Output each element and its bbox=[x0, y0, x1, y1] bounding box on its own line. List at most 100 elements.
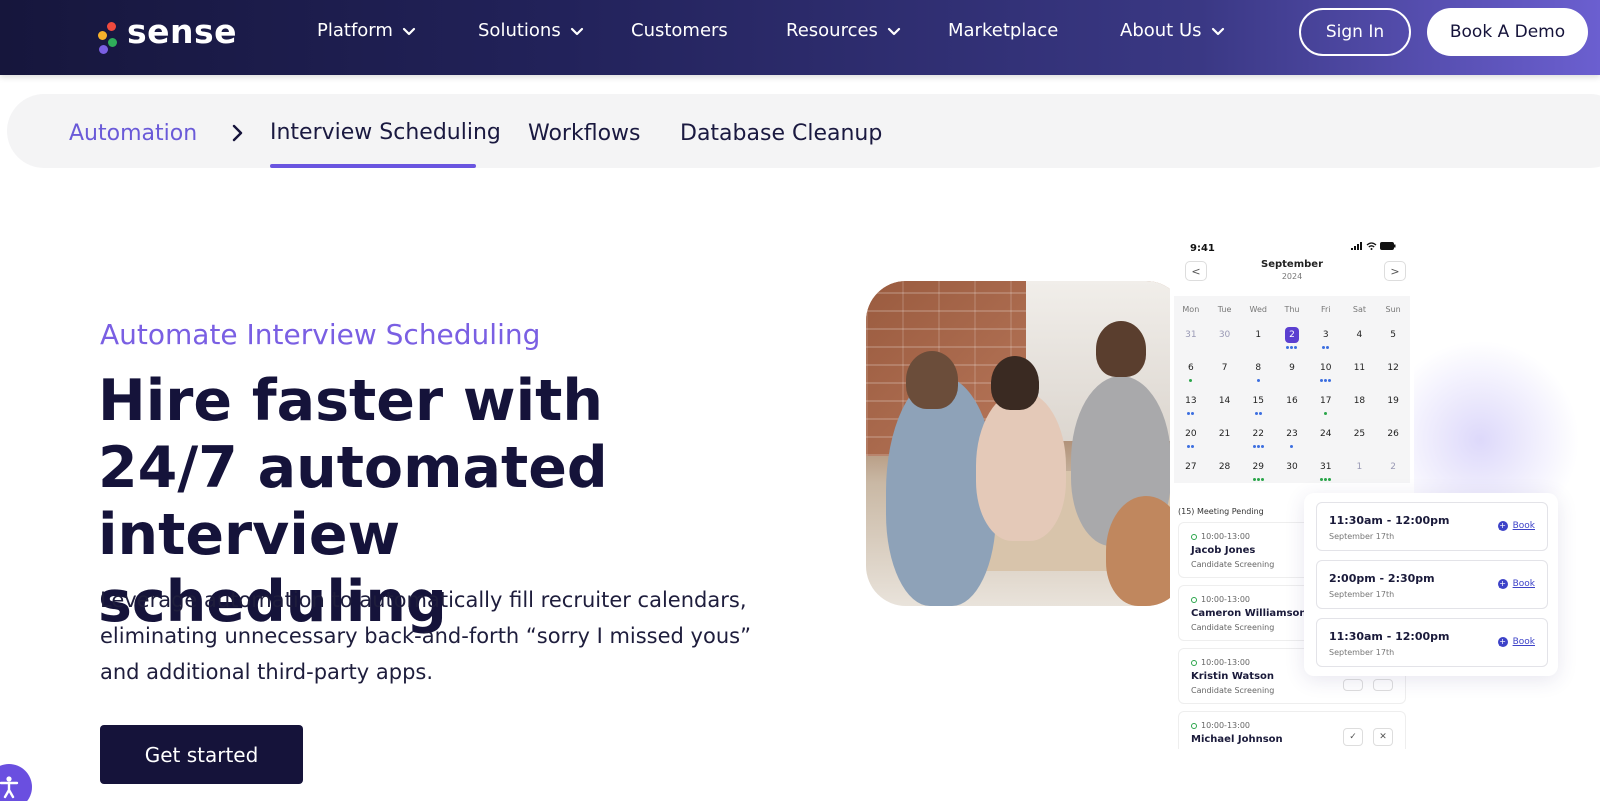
time-slot[interactable]: 11:30am - 12:00pm September 17th + Book bbox=[1316, 618, 1548, 667]
logo-dots-icon bbox=[93, 14, 121, 54]
time-slot[interactable]: 11:30am - 12:00pm September 17th + Book bbox=[1316, 502, 1548, 551]
accept-icon[interactable]: ✓ bbox=[1343, 728, 1363, 746]
slot-date: September 17th bbox=[1329, 648, 1395, 657]
calendar-day[interactable]: 1 bbox=[1241, 318, 1275, 351]
book-slot-button[interactable]: + Book bbox=[1497, 637, 1535, 647]
calendar-day[interactable]: 26 bbox=[1376, 417, 1410, 450]
decline-icon[interactable] bbox=[1373, 679, 1393, 691]
nav-customers[interactable]: Customers bbox=[631, 20, 728, 41]
weekday-label: Wed bbox=[1249, 304, 1267, 314]
nav-about-us[interactable]: About Us bbox=[1120, 20, 1226, 41]
sign-in-button[interactable]: Sign In bbox=[1299, 8, 1411, 56]
weekday-row: Mon Tue Wed Thu Fri Sat Sun bbox=[1174, 300, 1410, 318]
calendar-day[interactable]: 21 bbox=[1208, 417, 1242, 450]
calendar-day[interactable]: 4 bbox=[1343, 318, 1377, 351]
calendar-week: 31 30 1 2 3 4 5 bbox=[1174, 318, 1410, 351]
calendar-day[interactable]: 3 bbox=[1309, 318, 1343, 351]
calendar-next-button[interactable]: > bbox=[1384, 261, 1406, 281]
time-slot[interactable]: 2:00pm - 2:30pm September 17th + Book bbox=[1316, 560, 1548, 609]
calendar-day[interactable]: 20 bbox=[1174, 417, 1208, 450]
nav-about-us-label: About Us bbox=[1120, 20, 1202, 41]
weekday-label: Mon bbox=[1182, 304, 1200, 314]
meeting-time: 10:00-13:00 bbox=[1191, 532, 1250, 541]
decline-icon[interactable]: ✕ bbox=[1373, 728, 1393, 746]
book-demo-button[interactable]: Book A Demo bbox=[1427, 8, 1588, 56]
calendar-day[interactable]: 18 bbox=[1343, 384, 1377, 417]
calendar-day-selected[interactable]: 2 bbox=[1275, 318, 1309, 351]
calendar-day[interactable]: 15 bbox=[1241, 384, 1275, 417]
meeting-time: 10:00-13:00 bbox=[1191, 595, 1250, 604]
tab-interview-scheduling[interactable]: Interview Scheduling bbox=[270, 120, 501, 145]
team-meeting-photo bbox=[866, 281, 1186, 606]
calendar-day[interactable]: 25 bbox=[1343, 417, 1377, 450]
breadcrumb-automation[interactable]: Automation bbox=[69, 121, 197, 146]
tab-workflows[interactable]: Workflows bbox=[528, 121, 640, 146]
calendar-day[interactable]: 28 bbox=[1208, 450, 1242, 483]
meeting-card[interactable]: 10:00-13:00 Michael Johnson ✓ ✕ bbox=[1178, 711, 1406, 749]
calendar-day[interactable]: 29 bbox=[1241, 450, 1275, 483]
calendar-day[interactable]: 12 bbox=[1376, 351, 1410, 384]
calendar-day[interactable]: 8 bbox=[1241, 351, 1275, 384]
status-icons bbox=[1351, 242, 1396, 250]
calendar-day[interactable]: 19 bbox=[1376, 384, 1410, 417]
nav-marketplace-label: Marketplace bbox=[948, 20, 1059, 41]
slot-time: 2:00pm - 2:30pm bbox=[1329, 572, 1435, 585]
nav-marketplace[interactable]: Marketplace bbox=[948, 20, 1058, 41]
logo-wordmark: sense bbox=[127, 11, 238, 51]
meeting-name: Jacob Jones bbox=[1191, 545, 1256, 556]
meeting-time: 10:00-13:00 bbox=[1191, 658, 1250, 667]
book-slot-button[interactable]: + Book bbox=[1497, 579, 1535, 589]
calendar-day[interactable]: 17 bbox=[1309, 384, 1343, 417]
calendar-day[interactable]: 30 bbox=[1208, 318, 1242, 351]
nav-resources[interactable]: Resources bbox=[786, 20, 902, 41]
calendar-week: 13 14 15 16 17 18 19 bbox=[1174, 384, 1410, 417]
nav-platform[interactable]: Platform bbox=[317, 20, 417, 41]
calendar-day[interactable]: 7 bbox=[1208, 351, 1242, 384]
calendar-header: < September 2024 > bbox=[1170, 254, 1414, 294]
chevron-down-icon bbox=[887, 27, 901, 35]
calendar-day[interactable]: 13 bbox=[1174, 384, 1208, 417]
calendar-day[interactable]: 14 bbox=[1208, 384, 1242, 417]
plus-icon: + bbox=[1497, 521, 1508, 531]
calendar-grid: Mon Tue Wed Thu Fri Sat Sun 31 30 1 2 3 … bbox=[1174, 296, 1410, 483]
accept-icon[interactable] bbox=[1343, 679, 1363, 691]
chevron-down-icon bbox=[402, 27, 416, 35]
calendar-week: 20 21 22 23 24 25 26 bbox=[1174, 417, 1410, 450]
calendar-year: 2024 bbox=[1281, 272, 1303, 281]
weekday-label: Sun bbox=[1385, 304, 1401, 314]
calendar-day[interactable]: 22 bbox=[1241, 417, 1275, 450]
slot-time: 11:30am - 12:00pm bbox=[1329, 630, 1450, 643]
sub-navigation: Automation Interview Scheduling Workflow… bbox=[7, 94, 1600, 168]
get-started-button[interactable]: Get started bbox=[100, 725, 303, 784]
active-tab-indicator bbox=[270, 164, 476, 168]
phone-time: 9:41 bbox=[1190, 243, 1215, 254]
calendar-week: 27 28 29 30 31 1 2 bbox=[1174, 450, 1410, 483]
nav-platform-label: Platform bbox=[317, 20, 393, 41]
chevron-right-icon bbox=[232, 124, 243, 142]
calendar-day[interactable]: 5 bbox=[1376, 318, 1410, 351]
hero-description: Leverage automation to automatically fil… bbox=[100, 588, 751, 684]
calendar-day[interactable]: 24 bbox=[1309, 417, 1343, 450]
calendar-day[interactable]: 31 bbox=[1309, 450, 1343, 483]
calendar-day[interactable]: 23 bbox=[1275, 417, 1309, 450]
calendar-day[interactable]: 27 bbox=[1174, 450, 1208, 483]
calendar-day[interactable]: 30 bbox=[1275, 450, 1309, 483]
weekday-label: Thu bbox=[1284, 304, 1300, 314]
calendar-day[interactable]: 2 bbox=[1376, 450, 1410, 483]
slot-date: September 17th bbox=[1329, 532, 1395, 541]
book-slot-button[interactable]: + Book bbox=[1497, 521, 1535, 531]
accessibility-icon[interactable] bbox=[0, 764, 32, 801]
meeting-type: Candidate Screening bbox=[1191, 560, 1275, 569]
tab-database-cleanup[interactable]: Database Cleanup bbox=[680, 121, 882, 146]
calendar-day[interactable]: 11 bbox=[1343, 351, 1377, 384]
meeting-name: Michael Johnson bbox=[1191, 734, 1283, 745]
sense-logo[interactable]: sense bbox=[93, 11, 238, 54]
calendar-day[interactable]: 6 bbox=[1174, 351, 1208, 384]
nav-solutions[interactable]: Solutions bbox=[478, 20, 585, 41]
calendar-day[interactable]: 16 bbox=[1275, 384, 1309, 417]
calendar-day[interactable]: 1 bbox=[1343, 450, 1377, 483]
calendar-day[interactable]: 9 bbox=[1275, 351, 1309, 384]
calendar-day[interactable]: 31 bbox=[1174, 318, 1208, 351]
meetings-pending-label: (15) Meeting Pending bbox=[1178, 507, 1264, 516]
calendar-day[interactable]: 10 bbox=[1309, 351, 1343, 384]
